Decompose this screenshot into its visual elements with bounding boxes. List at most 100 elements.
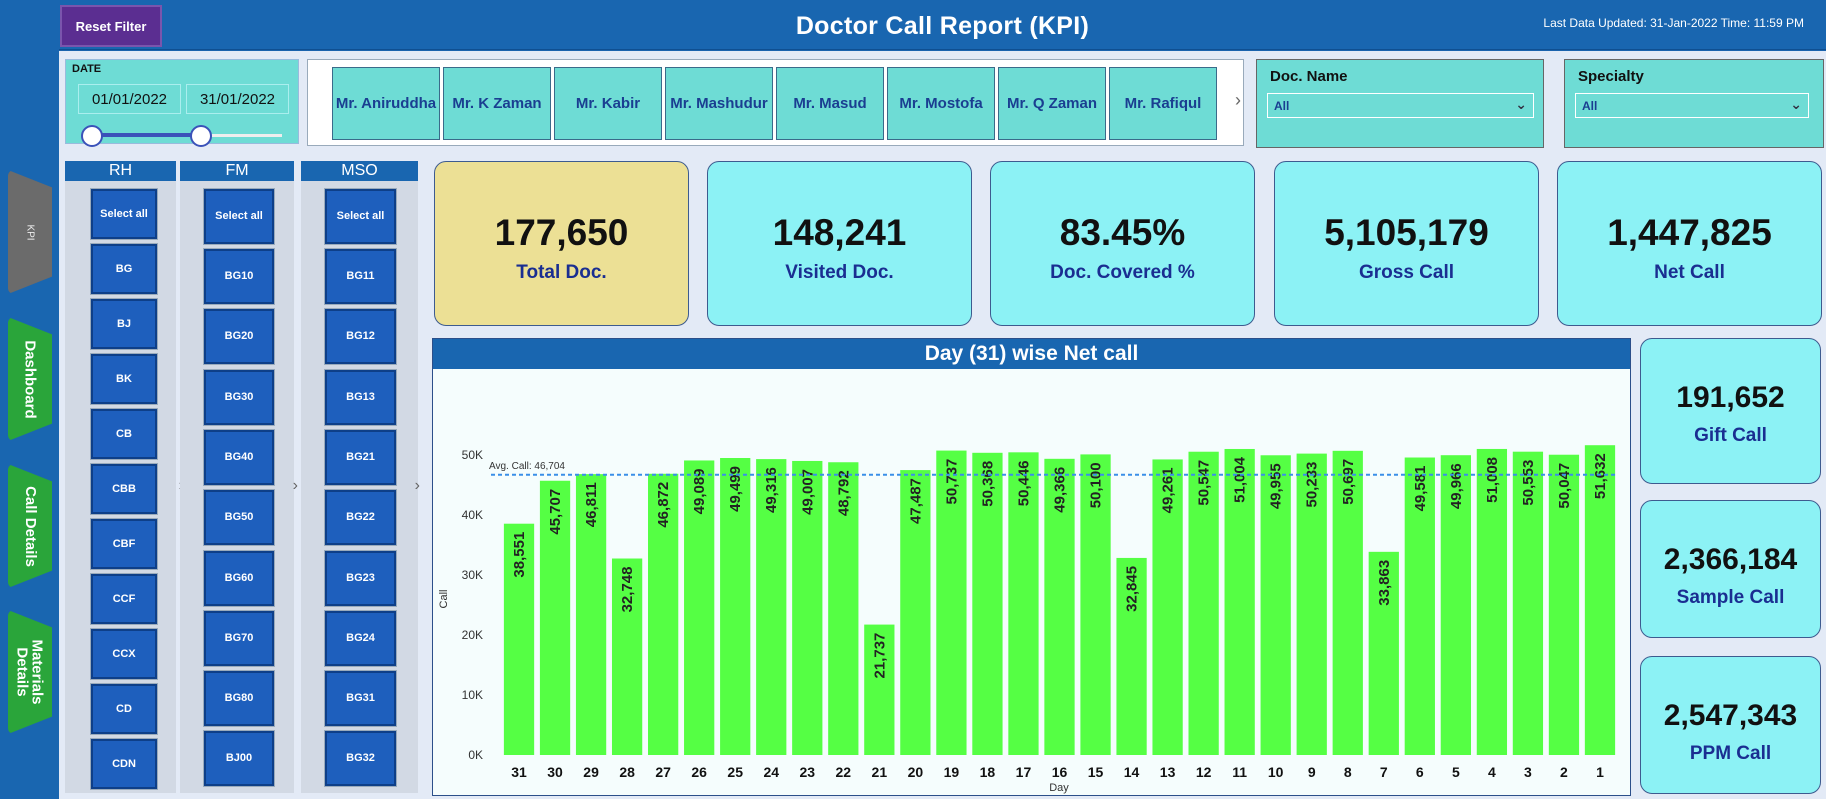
fm-item[interactable]: BG80 [204, 671, 274, 726]
kpi-total-doc-value: 177,650 [494, 212, 629, 253]
nav-tab-materials-details[interactable]: Materials Details [8, 610, 52, 734]
doc-name-dropdown[interactable]: All ⌄ [1267, 93, 1534, 118]
date-start-input[interactable]: 01/01/2022 [78, 84, 181, 114]
chart-title: Day (31) wise Net call [433, 339, 1630, 369]
x-tick-label: 10 [1268, 764, 1284, 780]
nav-tab-dashboard-label: Dashboard [21, 339, 39, 419]
rh-item[interactable]: CBB [91, 464, 157, 514]
y-tick-label: 10K [462, 688, 483, 702]
fm-item[interactable]: BG30 [204, 370, 274, 425]
fm-item[interactable]: BG50 [204, 490, 274, 545]
kpi-doc-covered-value: 83.45% [1059, 212, 1186, 253]
rh-item[interactable]: CDN [91, 739, 157, 789]
kpi-total-doc: 177,650 Total Doc. [434, 161, 689, 326]
chevron-right-icon[interactable]: › [293, 477, 298, 495]
bar-data-label: 49,007 [799, 469, 816, 515]
person-button[interactable]: Mr. Aniruddha [332, 67, 440, 140]
rh-item[interactable]: BG [91, 244, 157, 294]
person-button[interactable]: Mr. Kabir [554, 67, 662, 140]
specialty-dropdown[interactable]: All ⌄ [1575, 93, 1809, 118]
x-tick-label: 30 [547, 764, 563, 780]
fm-item[interactable]: BG20 [204, 309, 274, 364]
nav-tab-call-details[interactable]: Call Details [8, 464, 52, 588]
fm-item[interactable]: BG10 [204, 249, 274, 304]
fm-item[interactable]: BG70 [204, 611, 274, 666]
fm-item[interactable]: BG60 [204, 551, 274, 606]
mso-item[interactable]: BG11 [325, 249, 396, 304]
net-call-chart: Day (31) wise Net call 0K 10K 20K 30K 40K 50K… [432, 338, 1631, 796]
bar-data-label: 50,547 [1196, 460, 1213, 506]
mso-item[interactable]: BG23 [325, 551, 396, 606]
fm-item[interactable]: BJ00 [204, 731, 274, 786]
nav-tab-dashboard[interactable]: Dashboard [8, 317, 52, 441]
x-tick-label: 13 [1160, 764, 1176, 780]
bar-data-label: 49,499 [727, 466, 744, 512]
date-slider-end-handle[interactable] [190, 125, 212, 147]
person-slicer: Mr. Aniruddha Mr. K Zaman Mr. Kabir Mr. … [307, 59, 1244, 146]
chevron-right-icon[interactable]: › [415, 477, 420, 495]
x-tick-label: 20 [908, 764, 924, 780]
person-button[interactable]: Mr. Rafiqul [1109, 67, 1217, 140]
mso-item[interactable]: BG21 [325, 430, 396, 485]
x-tick-label: 16 [1052, 764, 1068, 780]
x-tick-label: 19 [944, 764, 960, 780]
person-button[interactable]: Mr. Q Zaman [998, 67, 1106, 140]
mso-item[interactable]: BG22 [325, 490, 396, 545]
x-tick-label: 1 [1596, 764, 1604, 780]
mso-item[interactable]: BG12 [325, 309, 396, 364]
kpi-gross-call-value: 5,105,179 [1324, 212, 1489, 253]
bar-data-label: 49,966 [1448, 463, 1465, 509]
bar-data-label: 47,487 [907, 478, 924, 524]
date-slicer: DATE 01/01/2022 31/01/2022 [65, 59, 299, 147]
chevron-down-icon: ⌄ [1790, 96, 1802, 112]
person-button[interactable]: Mr. Mashudur [665, 67, 773, 140]
chart-plot: 0K10K20K30K40K50KCall38,5513145,7073046,… [438, 445, 1618, 794]
mso-item[interactable]: Select all [325, 189, 396, 244]
date-label: DATE [72, 63, 102, 75]
rh-item[interactable]: CB [91, 409, 157, 459]
bar-data-label: 50,553 [1520, 460, 1537, 506]
average-label: Avg. Call: 46,704 [489, 461, 565, 472]
fm-item[interactable]: Select all [204, 189, 274, 244]
nav-tab-kpi-label: KPI [24, 223, 36, 241]
bar-data-label: 49,955 [1268, 463, 1285, 509]
doc-name-value: All [1274, 98, 1290, 113]
kpi-ppm-call: 2,547,343 PPM Call [1640, 656, 1821, 794]
chevron-down-icon: ⌄ [1515, 96, 1527, 112]
doc-name-title: Doc. Name [1270, 68, 1348, 85]
rh-item[interactable]: CCX [91, 629, 157, 679]
fm-item[interactable]: BG40 [204, 430, 274, 485]
nav-tab-call-details-label: Call Details [21, 485, 39, 567]
rh-item[interactable]: Select all [91, 189, 157, 239]
rh-item[interactable]: BJ [91, 299, 157, 349]
fm-slicer: FM Select all BG10 BG20 BG30 BG40 BG50 B… [180, 161, 298, 793]
bar-data-label: 50,233 [1304, 462, 1321, 508]
page-nav-bar: KPI Dashboard Call Details Materials Det… [0, 0, 59, 799]
date-end-input[interactable]: 31/01/2022 [186, 84, 289, 114]
bar-data-label: 21,737 [871, 633, 888, 679]
rh-item[interactable]: BK [91, 354, 157, 404]
x-tick-label: 2 [1560, 764, 1568, 780]
mso-item[interactable]: BG32 [325, 731, 396, 786]
y-tick-label: 20K [462, 628, 483, 642]
nav-tab-kpi[interactable]: KPI [8, 170, 52, 294]
rh-item[interactable]: CD [91, 684, 157, 734]
bar-data-label: 50,697 [1340, 459, 1357, 505]
rh-item[interactable]: CCF [91, 574, 157, 624]
date-slider-start-handle[interactable] [81, 125, 103, 147]
mso-item[interactable]: BG13 [325, 370, 396, 425]
person-button[interactable]: Mr. Masud [776, 67, 884, 140]
x-tick-label: 6 [1416, 764, 1424, 780]
bar-data-label: 32,748 [619, 567, 636, 613]
chevron-right-icon[interactable]: › [1235, 90, 1241, 111]
x-tick-label: 21 [872, 764, 888, 780]
mso-item[interactable]: BG31 [325, 671, 396, 726]
rh-item[interactable]: CBF [91, 519, 157, 569]
x-tick-label: 4 [1488, 764, 1496, 780]
x-tick-label: 27 [655, 764, 671, 780]
x-tick-label: 15 [1088, 764, 1104, 780]
person-button[interactable]: Mr. Mostofa [887, 67, 995, 140]
mso-item[interactable]: BG24 [325, 611, 396, 666]
person-button[interactable]: Mr. K Zaman [443, 67, 551, 140]
kpi-sample-call-label: Sample Call [1676, 587, 1785, 608]
